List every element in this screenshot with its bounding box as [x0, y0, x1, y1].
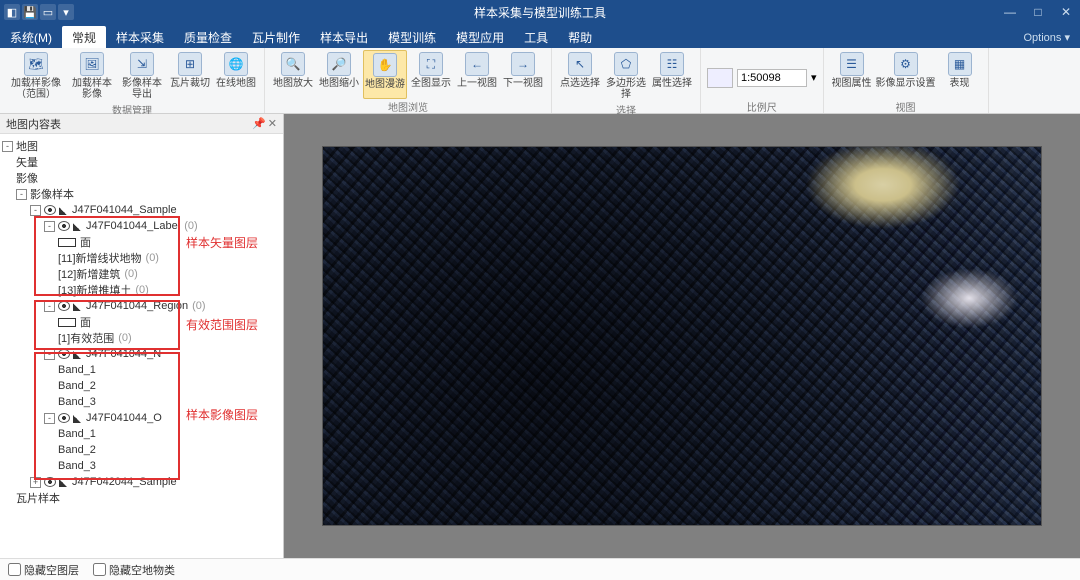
tab-quality[interactable]: 质量检查: [174, 26, 242, 48]
tree-band[interactable]: Band_2: [58, 380, 96, 392]
satellite-image: [322, 146, 1042, 526]
tree-band[interactable]: Band_1: [58, 428, 96, 440]
tab-general[interactable]: 常规: [62, 26, 106, 48]
tree-sample2[interactable]: J47F042044_Sample: [72, 476, 177, 488]
chk-hide-empty-layer[interactable]: 隐藏空图层: [8, 562, 79, 578]
btn-full-extent[interactable]: ⛶全图显示: [409, 50, 453, 99]
polygon-symbol: [58, 238, 76, 247]
tree-tiles[interactable]: 瓦片样本: [16, 490, 60, 506]
tab-train[interactable]: 模型训练: [378, 26, 446, 48]
bottom-bar: 隐藏空图层 隐藏空地物类: [0, 558, 1080, 580]
map-viewport[interactable]: [284, 114, 1080, 558]
btn-tile-clip[interactable]: ⊞瓦片裁切: [168, 50, 212, 102]
toc-panel: 地图内容表 📌✕ -地图 矢量 影像 -影像样本 -J47F041044_Sam…: [0, 114, 284, 558]
scale-icon: [707, 68, 733, 88]
annotation-label-1: 样本矢量图层: [186, 234, 258, 251]
btn-pan[interactable]: ✋地图漫游: [363, 50, 407, 99]
eye-icon[interactable]: [44, 205, 56, 215]
btn-poly-select[interactable]: ⬠多边形选择: [604, 50, 648, 102]
tab-help[interactable]: 帮助: [558, 26, 602, 48]
system-menu[interactable]: 系统(M): [0, 26, 62, 48]
tree-band[interactable]: Band_1: [58, 364, 96, 376]
tree-vector[interactable]: 矢量: [16, 154, 38, 170]
chk-hide-empty-class[interactable]: 隐藏空地物类: [93, 562, 175, 578]
btn-prev-view[interactable]: ←上一视图: [455, 50, 499, 99]
qat-icon-3[interactable]: ▭: [40, 4, 56, 20]
tree-band[interactable]: Band_2: [58, 444, 96, 456]
tab-tile[interactable]: 瓦片制作: [242, 26, 310, 48]
main-area: 地图内容表 📌✕ -地图 矢量 影像 -影像样本 -J47F041044_Sam…: [0, 114, 1080, 558]
ribbon: 🗺加载样影像（范围） 🖼加载样本影像 ⇲影像样本导出 ⊞瓦片裁切 🌐在线地图 数…: [0, 48, 1080, 114]
pencil-icon: [59, 205, 69, 215]
ribbon-group-data: 🗺加载样影像（范围） 🖼加载样本影像 ⇲影像样本导出 ⊞瓦片裁切 🌐在线地图 数…: [0, 48, 265, 113]
scale-dropdown-icon[interactable]: ▾: [811, 71, 817, 84]
tree-n-layer[interactable]: J47F041044_N: [86, 348, 161, 360]
tab-sample-collect[interactable]: 样本采集: [106, 26, 174, 48]
ribbon-group-view: ☰视图属性 ⚙影像显示设置 ▦表现 视图: [824, 48, 989, 113]
btn-zoom-out[interactable]: 🔎地图缩小: [317, 50, 361, 99]
close-button[interactable]: ✕: [1052, 0, 1080, 24]
tree-root[interactable]: 地图: [16, 138, 38, 154]
btn-load-extent[interactable]: 🗺加载样影像（范围）: [6, 50, 66, 102]
btn-attr-select[interactable]: ☷属性选择: [650, 50, 694, 102]
ribbon-group-mapnav: 🔍地图放大 🔎地图缩小 ✋地图漫游 ⛶全图显示 ←上一视图 →下一视图 地图浏览: [265, 48, 552, 113]
title-bar: ◧ 💾 ▭ ▾ 样本采集与模型训练工具 — □ ✕: [0, 0, 1080, 24]
toggle-icon[interactable]: -: [2, 141, 13, 152]
toc-header: 地图内容表 📌✕: [0, 114, 283, 134]
window-title: 样本采集与模型训练工具: [474, 4, 606, 21]
tree-raster[interactable]: 影像: [16, 170, 38, 186]
ribbon-group-select: ↖点选选择 ⬠多边形选择 ☷属性选择 选择: [552, 48, 701, 113]
toc-tree[interactable]: -地图 矢量 影像 -影像样本 -J47F041044_Sample -J47F…: [0, 134, 283, 558]
btn-view-props[interactable]: ☰视图属性: [830, 50, 874, 99]
annotation-label-3: 样本影像图层: [186, 406, 258, 423]
qat-icon-1[interactable]: ◧: [4, 4, 20, 20]
tree-samples[interactable]: 影像样本: [30, 186, 74, 202]
qat-dropdown-icon[interactable]: ▾: [58, 4, 74, 20]
minimize-button[interactable]: —: [996, 0, 1024, 24]
tree-o-layer[interactable]: J47F041044_O: [86, 412, 162, 424]
tree-item[interactable]: [13]新增推填土: [58, 282, 131, 298]
qat-save-icon[interactable]: 💾: [22, 4, 38, 20]
btn-export-sample[interactable]: ⇲影像样本导出: [118, 50, 166, 102]
tree-item[interactable]: [1]有效范围: [58, 330, 114, 346]
ribbon-group-scale: ▾ 比例尺: [701, 48, 824, 113]
btn-point-select[interactable]: ↖点选选择: [558, 50, 602, 102]
btn-render[interactable]: ▦表现: [938, 50, 982, 99]
tree-label-layer[interactable]: J47F041044_Label: [86, 220, 180, 232]
btn-zoom-in[interactable]: 🔍地图放大: [271, 50, 315, 99]
tab-apply[interactable]: 模型应用: [446, 26, 514, 48]
annotation-label-2: 有效范围图层: [186, 316, 258, 333]
panel-close-icon[interactable]: ✕: [268, 117, 277, 130]
tab-tools[interactable]: 工具: [514, 26, 558, 48]
tree-band[interactable]: Band_3: [58, 396, 96, 408]
btn-load-sample[interactable]: 🖼加载样本影像: [68, 50, 116, 102]
scale-input[interactable]: [737, 69, 807, 87]
btn-online-map[interactable]: 🌐在线地图: [214, 50, 258, 102]
btn-display-settings[interactable]: ⚙影像显示设置: [876, 50, 936, 99]
tab-export[interactable]: 样本导出: [310, 26, 378, 48]
tree-sample-root[interactable]: J47F041044_Sample: [72, 204, 177, 216]
tree-region-layer[interactable]: J47F041044_Region: [86, 300, 188, 312]
tree-item[interactable]: [11]新增线状地物: [58, 250, 142, 266]
maximize-button[interactable]: □: [1024, 0, 1052, 24]
tree-band[interactable]: Band_3: [58, 460, 96, 472]
options-menu[interactable]: Options ▾: [1014, 26, 1080, 48]
tree-item[interactable]: [12]新增建筑: [58, 266, 120, 282]
quick-access-toolbar: ◧ 💾 ▭ ▾: [0, 4, 78, 20]
btn-next-view[interactable]: →下一视图: [501, 50, 545, 99]
pin-icon[interactable]: 📌: [252, 117, 266, 130]
ribbon-tabs: 系统(M) 常规 样本采集 质量检查 瓦片制作 样本导出 模型训练 模型应用 工…: [0, 24, 1080, 48]
